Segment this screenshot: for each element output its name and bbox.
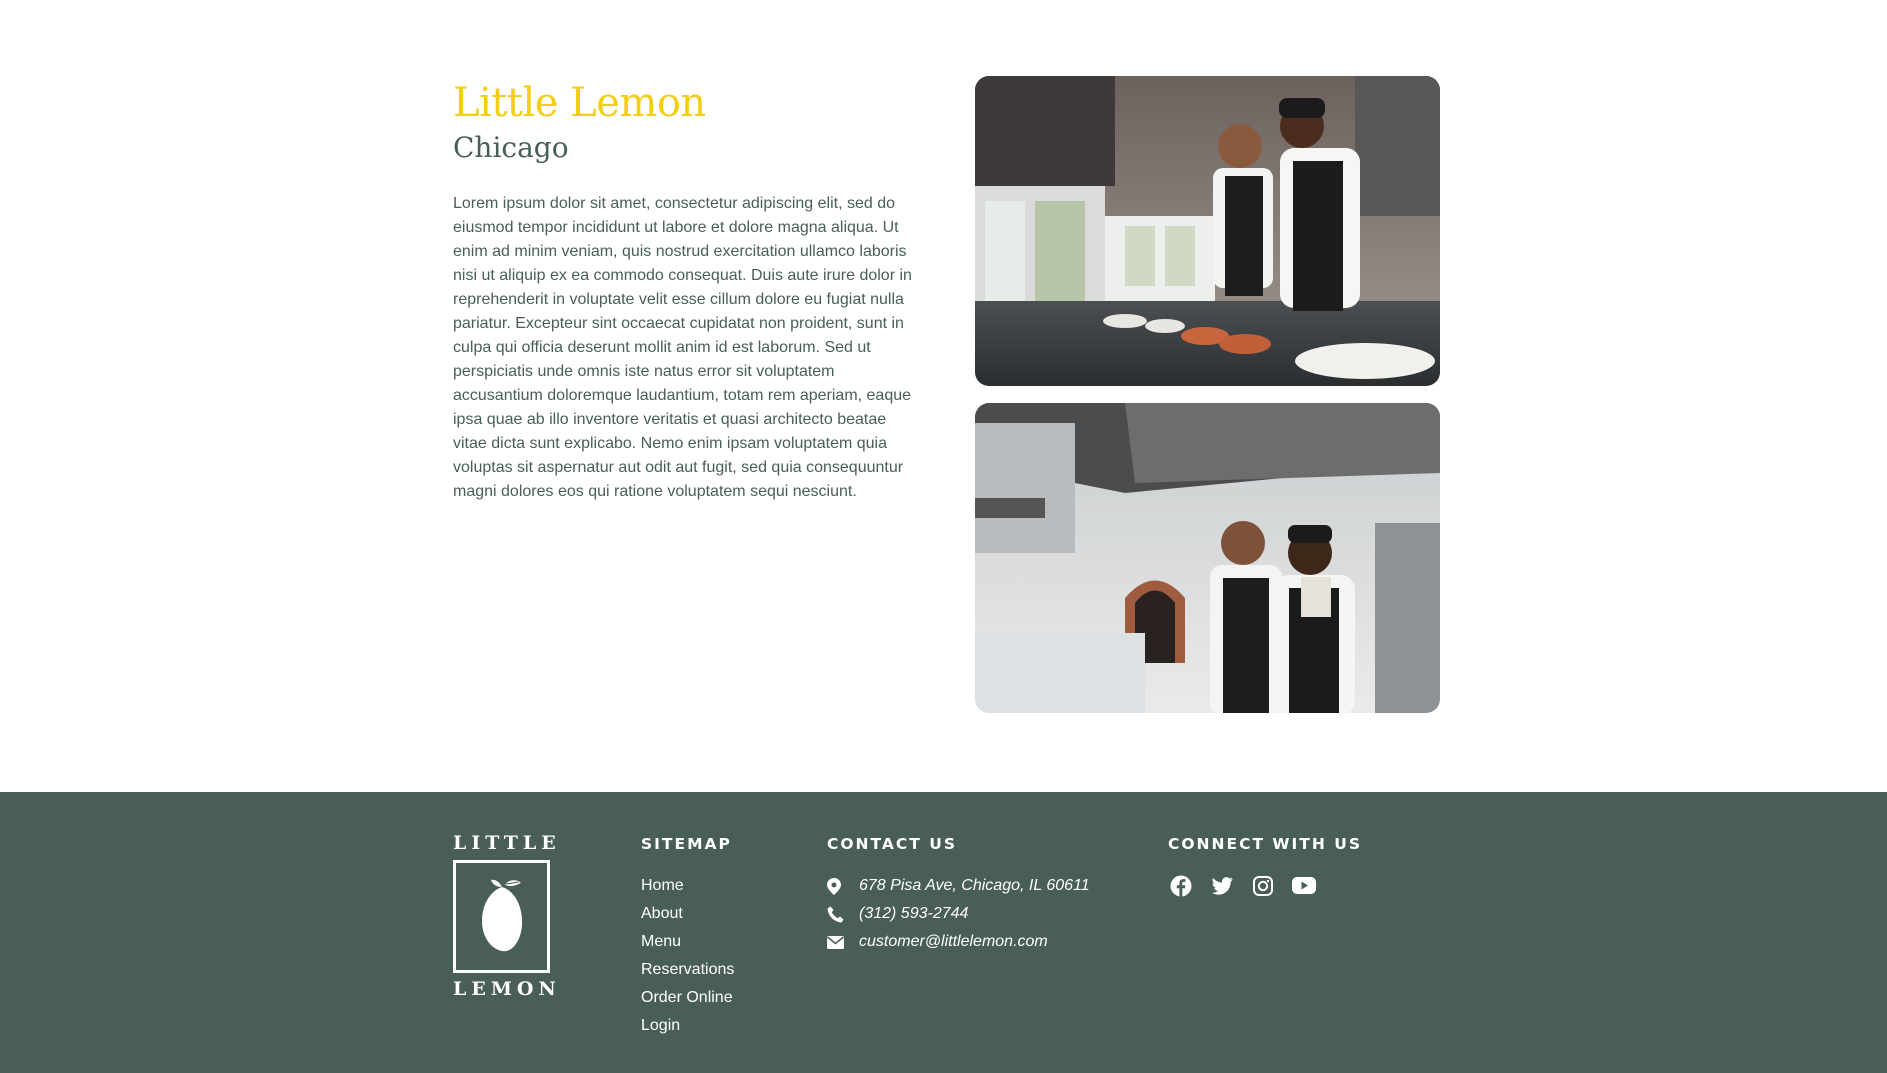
- youtube-icon[interactable]: [1291, 873, 1316, 898]
- connect-heading: CONNECT WITH US: [1168, 835, 1362, 853]
- location-pin-icon: [827, 877, 859, 895]
- sitemap-link-reservations[interactable]: Reservations: [641, 956, 734, 984]
- twitter-icon[interactable]: [1209, 873, 1234, 898]
- chefs-laughing-photo-bottom: [975, 403, 1440, 713]
- envelope-icon: [827, 935, 859, 949]
- logo-word-bottom: LEMON: [453, 978, 561, 1000]
- contact-email[interactable]: customer@littlelemon.com: [827, 928, 1090, 956]
- contact-phone[interactable]: (312) 593-2744: [827, 900, 1090, 928]
- contact-address: 678 Pisa Ave, Chicago, IL 60611: [827, 872, 1090, 900]
- contact-email-text[interactable]: customer@littlelemon.com: [859, 933, 1048, 951]
- page-subtitle: Chicago: [453, 131, 569, 164]
- about-text-block: Little Lemon Chicago Lorem ipsum dolor s…: [453, 78, 925, 504]
- logo-word-top: LITTLE: [453, 832, 561, 854]
- site-footer: LITTLE LEMON SITEMAP Home About Menu Res…: [0, 792, 1887, 1073]
- footer-connect: CONNECT WITH US: [1168, 834, 1362, 898]
- sitemap-link-menu[interactable]: Menu: [641, 928, 734, 956]
- facebook-icon[interactable]: [1168, 873, 1193, 898]
- about-section: Little Lemon Chicago Lorem ipsum dolor s…: [0, 0, 1887, 792]
- footer-logo[interactable]: LITTLE LEMON: [453, 832, 561, 1000]
- instagram-icon[interactable]: [1250, 873, 1275, 898]
- sitemap-link-about[interactable]: About: [641, 900, 734, 928]
- sitemap-link-order-online[interactable]: Order Online: [641, 984, 734, 1012]
- phone-icon: [827, 906, 859, 923]
- footer-sitemap: SITEMAP Home About Menu Reservations Ord…: [641, 834, 734, 1040]
- lemon-icon: [481, 878, 523, 951]
- chefs-kitchen-photo-top: [975, 76, 1440, 386]
- page-title: Little Lemon: [453, 80, 706, 126]
- contact-heading: CONTACT US: [827, 835, 957, 853]
- sitemap-link-home[interactable]: Home: [641, 872, 734, 900]
- about-description: Lorem ipsum dolor sit amet, consectetur …: [453, 195, 912, 500]
- sitemap-link-login[interactable]: Login: [641, 1012, 734, 1040]
- contact-phone-text[interactable]: (312) 593-2744: [859, 905, 968, 923]
- footer-contact: CONTACT US 678 Pisa Ave, Chicago, IL 606…: [827, 834, 1090, 956]
- logo-frame: [453, 860, 550, 973]
- contact-address-text: 678 Pisa Ave, Chicago, IL 60611: [859, 877, 1090, 894]
- sitemap-heading: SITEMAP: [641, 835, 732, 853]
